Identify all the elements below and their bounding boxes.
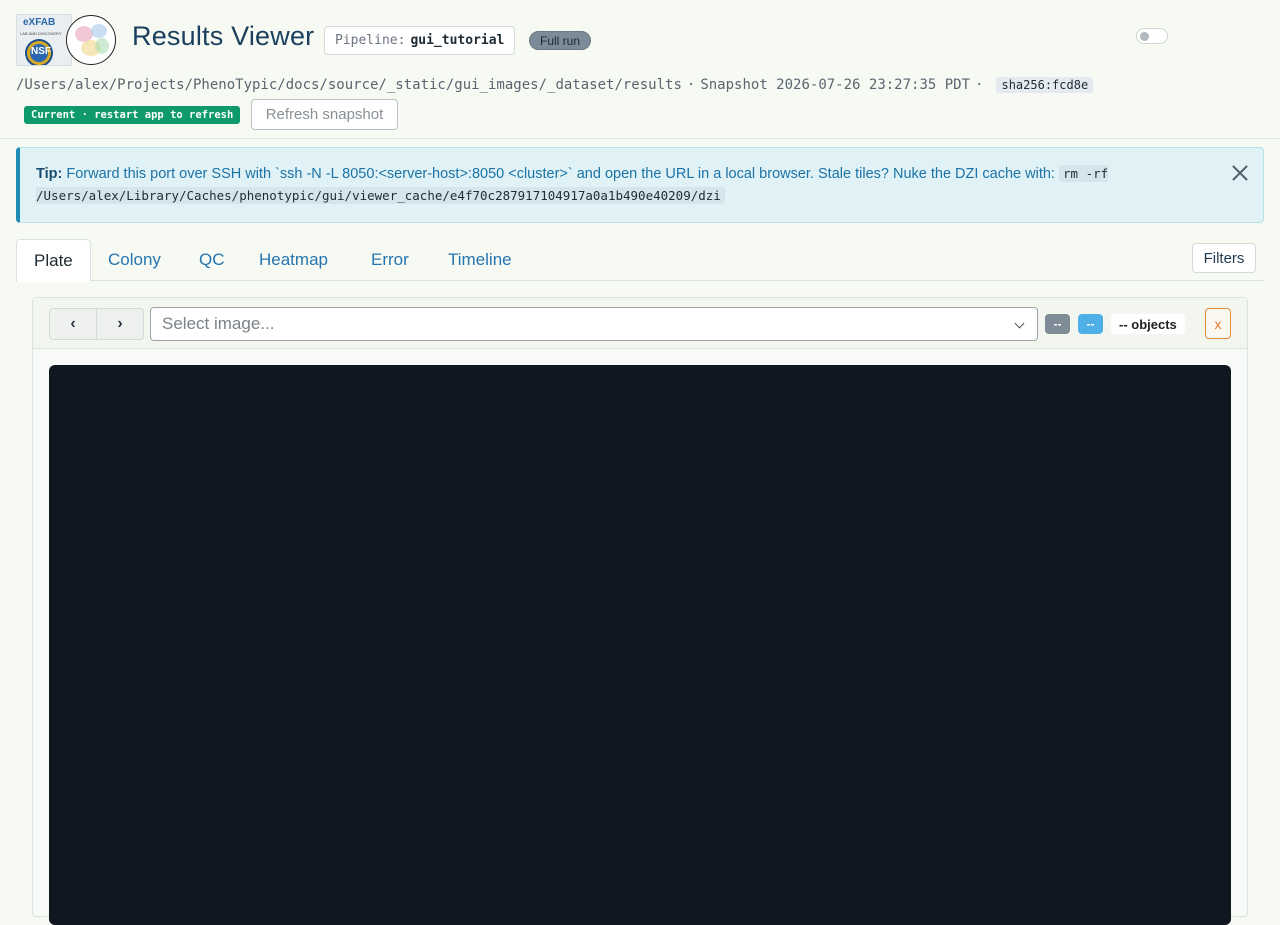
- nsf-seal-text: NSF: [31, 46, 51, 57]
- next-image-button[interactable]: ›: [96, 309, 143, 339]
- pipeline-indicator: Pipeline: gui_tutorial: [324, 26, 516, 55]
- sha-badge: sha256:fcd8e: [996, 77, 1094, 93]
- results-path: /Users/alex/Projects/PhenoTypic/docs/sou…: [16, 77, 682, 93]
- tab-error[interactable]: Error: [354, 239, 426, 281]
- image-status-badge: --: [1045, 314, 1070, 334]
- tab-heatmap[interactable]: Heatmap: [242, 239, 345, 281]
- exfab-logo-subtext: LAB AND DISCOVERY: [20, 31, 62, 36]
- plate-viewer-panel: ‹ › Select image... -- -- -- objects x: [32, 297, 1248, 925]
- tab-plate[interactable]: Plate: [16, 239, 91, 282]
- previous-image-button[interactable]: ‹: [50, 309, 96, 339]
- sha-separator: ·: [975, 77, 984, 93]
- app-header: eXFAB LAB AND DISCOVERY NSF Results View…: [0, 0, 1280, 139]
- view-tabs: Plate Colony QC Heatmap Error Timeline: [16, 239, 1264, 282]
- clear-image-button[interactable]: x: [1205, 308, 1231, 339]
- object-count-badge: -- objects: [1111, 314, 1185, 334]
- path-separator: ·: [686, 77, 696, 93]
- image-select-placeholder: Select image...: [162, 314, 275, 333]
- exfab-logo-text: eXFAB: [23, 17, 56, 28]
- image-info-badge: --: [1078, 314, 1103, 334]
- tip-text: Forward this port over SSH with `ssh -N …: [66, 166, 1055, 182]
- tab-colony[interactable]: Colony: [91, 239, 178, 281]
- image-nav-group: ‹ ›: [49, 308, 144, 340]
- exfab-logo: eXFAB LAB AND DISCOVERY NSF: [16, 14, 72, 66]
- run-mode-badge: Full run: [529, 31, 592, 50]
- toggle-knob-icon: [1140, 32, 1149, 41]
- pipeline-value: gui_tutorial: [410, 33, 505, 48]
- refresh-snapshot-button[interactable]: Refresh snapshot: [251, 99, 398, 130]
- page-title: Results Viewer: [132, 21, 315, 51]
- tip-alert: Tip: Forward this port over SSH with `ss…: [16, 147, 1264, 223]
- phenotypic-logo: [66, 15, 116, 65]
- tab-qc[interactable]: QC: [182, 239, 242, 281]
- filters-button[interactable]: Filters: [1192, 243, 1256, 273]
- close-icon[interactable]: [1231, 164, 1249, 182]
- viewer-toolbar: ‹ › Select image... -- -- -- objects x: [33, 298, 1247, 349]
- tip-label: Tip:: [36, 166, 63, 182]
- image-viewer-canvas[interactable]: [49, 365, 1231, 925]
- results-path-line: /Users/alex/Projects/PhenoTypic/docs/sou…: [16, 76, 1094, 94]
- image-select[interactable]: Select image...: [150, 307, 1038, 341]
- snapshot-status-badge: Current · restart app to refresh: [24, 106, 241, 124]
- pipeline-key: Pipeline:: [335, 33, 406, 48]
- nsf-seal-icon: NSF: [25, 39, 53, 65]
- tab-timeline[interactable]: Timeline: [431, 239, 529, 281]
- snapshot-timestamp: Snapshot 2026-07-26 23:27:35 PDT: [700, 77, 971, 93]
- chevron-down-icon: [1014, 318, 1025, 329]
- theme-toggle[interactable]: [1136, 28, 1168, 44]
